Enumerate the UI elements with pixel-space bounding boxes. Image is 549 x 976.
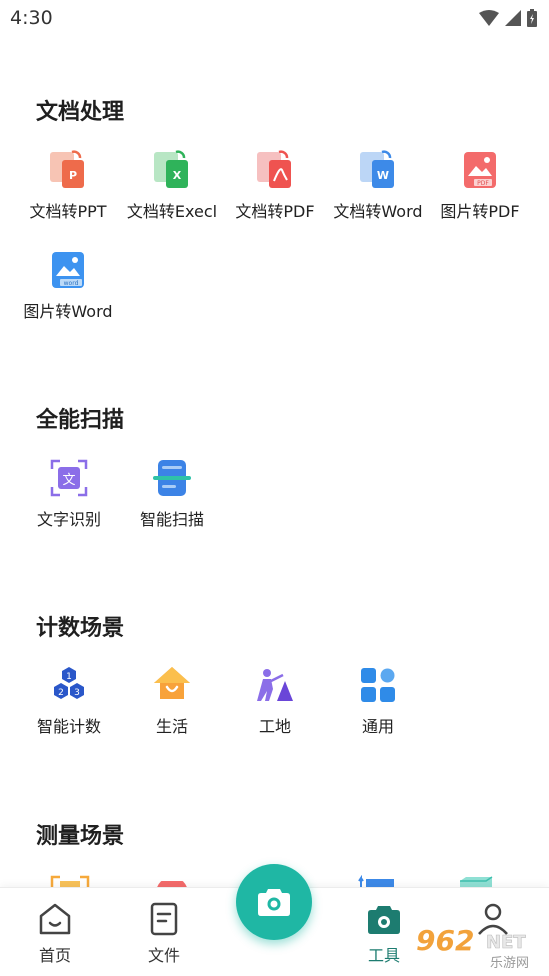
watermark-sub: 乐游网 [490,956,529,971]
text-recognition-icon: 文 [49,458,89,498]
wifi-icon [479,10,499,26]
file-icon [150,902,178,936]
battery-icon [527,9,537,27]
tool-label: 智能扫描 [139,510,204,529]
tool-doc-to-excel[interactable]: X 文档转Execl [120,150,224,222]
nav-tools-label: 工具 [367,946,400,965]
tool-general[interactable]: 通用 [326,665,430,737]
watermark-brand: 962 [416,924,474,957]
tool-text-recognition[interactable]: 文 文字识别 [17,458,121,530]
watermark-suffix: NET [486,932,526,953]
tool-label: 智能计数 [36,717,101,736]
section-title: 测量场景 [36,824,125,849]
nav-files-label: 文件 [147,946,180,965]
tool-label: 工地 [258,717,291,736]
home-icon [39,903,71,935]
tool-label: 生活 [155,717,188,736]
camera-icon [258,889,290,916]
doc-to-ppt-icon: P [48,150,88,190]
signal-icon [505,10,521,26]
svg-text:W: W [377,169,389,182]
svg-text:1: 1 [66,672,72,682]
section-title: 全能扫描 [36,408,125,433]
tools-camera-icon [368,906,400,934]
camera-fab-button[interactable] [236,864,312,940]
tool-label: 图片转PDF [440,202,520,221]
nav-tools[interactable]: 工具 [349,902,419,966]
svg-text:文: 文 [62,473,75,488]
tool-label: 文档转PPT [29,202,107,221]
tool-doc-to-ppt[interactable]: P 文档转PPT [16,150,120,222]
tool-image-to-word[interactable]: word 图片转Word [16,250,120,322]
construction-icon [255,665,295,705]
svg-text:PDF: PDF [477,180,489,187]
status-icons [479,9,537,27]
tool-label: 文字识别 [36,510,101,529]
tool-label: 文档转Execl [126,202,218,221]
nav-home[interactable]: 首页 [20,902,90,966]
doc-to-excel-icon: X [152,150,192,190]
nav-files[interactable]: 文件 [129,902,199,966]
status-time: 4:30 [10,7,53,29]
nav-home-label: 首页 [38,946,71,965]
tool-construction[interactable]: 工地 [223,665,327,737]
section-title: 文档处理 [36,100,125,125]
section-title: 计数场景 [36,616,125,641]
doc-to-pdf-icon [255,150,295,190]
image-to-word-icon: word [48,250,88,290]
svg-text:2: 2 [58,688,64,698]
tool-label: 文档转Word [333,202,423,221]
tool-smart-scan[interactable]: 智能扫描 [120,458,224,530]
tool-label: 图片转Word [23,302,113,321]
smart-count-icon: 1 2 3 [49,665,89,705]
tool-image-to-pdf[interactable]: PDF 图片转PDF [428,150,532,222]
tool-life[interactable]: 生活 [120,665,224,737]
doc-to-word-icon: W [358,150,398,190]
tool-doc-to-word[interactable]: W 文档转Word [326,150,430,222]
svg-text:3: 3 [74,688,80,698]
general-icon [358,665,398,705]
svg-text:P: P [69,169,77,182]
tool-label: 文档转PDF [235,202,315,221]
tool-label: 通用 [361,717,394,736]
svg-text:word: word [64,280,79,287]
tool-doc-to-pdf[interactable]: 文档转PDF [223,150,327,222]
image-to-pdf-icon: PDF [460,150,500,190]
svg-text:X: X [173,169,182,182]
status-bar: 4:30 [0,0,549,36]
watermark-logo: 962 NET 乐游网 [412,922,546,972]
life-icon [152,665,192,705]
smart-scan-icon [152,458,192,498]
tool-smart-count[interactable]: 1 2 3 智能计数 [17,665,121,737]
